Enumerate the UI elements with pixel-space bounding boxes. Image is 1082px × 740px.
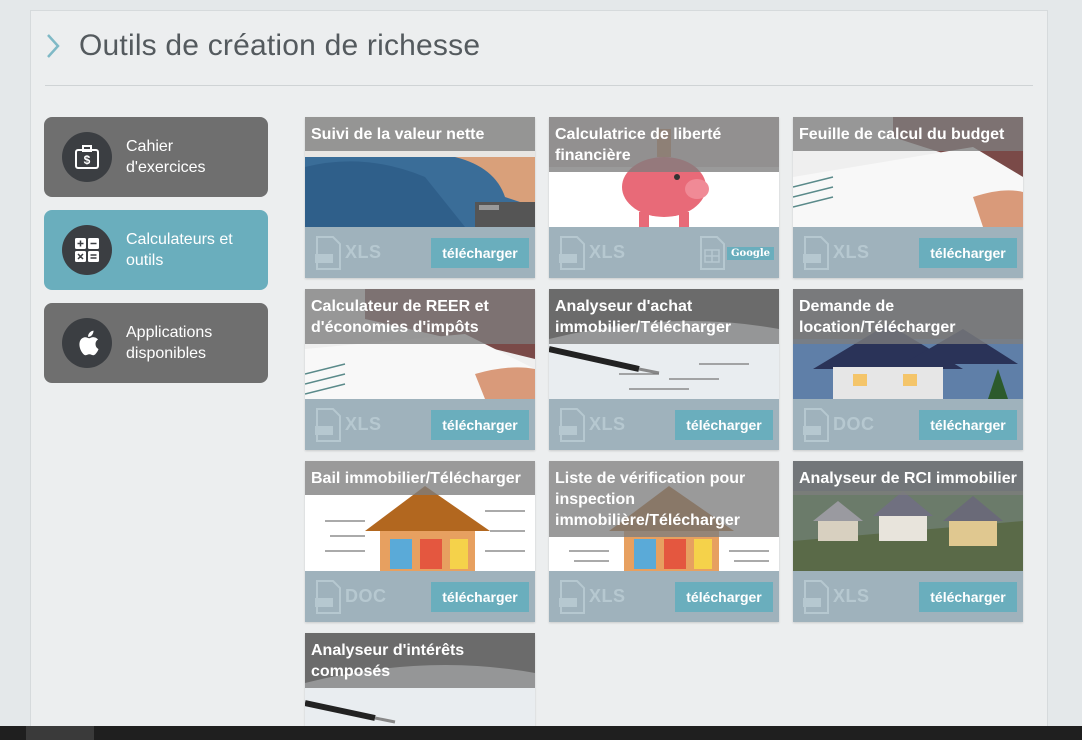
download-button[interactable]: télécharger	[919, 410, 1017, 440]
spreadsheet-file-icon	[315, 408, 341, 442]
download-button[interactable]: télécharger	[919, 238, 1017, 268]
download-button[interactable]: télécharger	[431, 410, 529, 440]
card-footer: XLS télécharger	[549, 400, 779, 450]
sidebar-item-applications[interactable]: Applications disponibles	[44, 303, 268, 383]
card-title: Calculatrice de liberté financière	[549, 117, 779, 172]
apple-icon	[62, 318, 112, 368]
card-title: Analyseur d'intérêts composés	[305, 633, 535, 688]
tool-card: Analyseur de RCI immobilier XLS téléchar…	[793, 461, 1023, 622]
spreadsheet-file-icon	[559, 580, 585, 614]
card-footer: XLS télécharger	[793, 572, 1023, 622]
card-title: Analyseur d'achat immobilier/Télécharger	[549, 289, 779, 344]
tool-card: Liste de vérification pour inspection im…	[549, 461, 779, 622]
download-button[interactable]: télécharger	[675, 410, 773, 440]
file-type-label: XLS	[589, 414, 626, 434]
sidebar-item-label: Cahier d'exercices	[126, 138, 206, 176]
spreadsheet-file-icon	[803, 236, 829, 270]
tool-card: Bail immobilier/Télécharger DOC téléchar…	[305, 461, 535, 622]
file-type-label: DOC	[345, 586, 387, 606]
spreadsheet-file-icon	[559, 408, 585, 442]
card-title: Calculateur de REER et d'économies d'imp…	[305, 289, 535, 344]
spreadsheet-file-icon	[559, 236, 585, 270]
card-footer: XLS télécharger	[305, 228, 535, 278]
calculator-icon	[62, 225, 112, 275]
file-type-label: XLS	[589, 586, 626, 606]
tool-card: Demande de location/Télécharger DOC télé…	[793, 289, 1023, 450]
card-footer: DOC télécharger	[793, 400, 1023, 450]
card-footer: XLS télécharger	[793, 228, 1023, 278]
tool-card: Analyseur d'achat immobilier/Télécharger…	[549, 289, 779, 450]
card-title: Feuille de calcul du budget	[793, 117, 1023, 151]
card-title: Liste de vérification pour inspection im…	[549, 461, 779, 537]
divider	[45, 85, 1033, 86]
card-footer: XLS télécharger	[549, 572, 779, 622]
briefcase-dollar-icon: $	[62, 132, 112, 182]
file-type-label: XLS	[345, 414, 382, 434]
google-sheets-icon[interactable]	[699, 236, 725, 270]
download-button[interactable]: télécharger	[431, 582, 529, 612]
page-header: Outils de création de richesse	[45, 29, 480, 63]
sidebar-item-calculateurs[interactable]: Calculateurs et outils	[44, 210, 268, 290]
google-label[interactable]: Google	[727, 247, 775, 260]
download-button[interactable]: télécharger	[431, 238, 529, 268]
svg-text:$: $	[84, 153, 91, 167]
sidebar-item-label: Calculateurs et outils	[126, 231, 233, 269]
tool-card: Feuille de calcul du budget XLS téléchar…	[793, 117, 1023, 278]
main-panel: Outils de création de richesse $ Cahier …	[30, 10, 1048, 731]
page-title: Outils de création de richesse	[79, 29, 481, 62]
file-type-label: XLS	[833, 586, 870, 606]
spreadsheet-file-icon	[803, 580, 829, 614]
card-footer: DOC télécharger	[305, 572, 535, 622]
download-button[interactable]: télécharger	[675, 582, 773, 612]
chevron-right-icon	[47, 34, 60, 58]
file-type-label: DOC	[833, 414, 875, 434]
sidebar-item-cahier[interactable]: $ Cahier d'exercices	[44, 117, 268, 197]
spreadsheet-file-icon	[315, 236, 341, 270]
taskbar	[0, 726, 1082, 740]
card-title: Demande de location/Télécharger	[793, 289, 1023, 344]
taskbar-button[interactable]	[26, 726, 94, 740]
card-title: Suivi de la valeur nette	[305, 117, 535, 151]
card-title: Analyseur de RCI immobilier	[793, 461, 1023, 495]
file-type-label: XLS	[833, 242, 870, 262]
card-footer: XLS Google	[549, 228, 779, 278]
sidebar-item-label: Applications disponibles	[126, 324, 213, 362]
document-file-icon	[803, 408, 829, 442]
tool-card: Calculateur de REER et d'économies d'imp…	[305, 289, 535, 450]
document-file-icon	[315, 580, 341, 614]
tool-card: Calculatrice de liberté financière XLS G…	[549, 117, 779, 278]
file-type-label: XLS	[345, 242, 382, 262]
tool-card: Suivi de la valeur nette XLS télécharger	[305, 117, 535, 278]
tool-card: Analyseur d'intérêts composés	[305, 633, 535, 731]
file-type-label: XLS	[589, 242, 626, 262]
card-footer: XLS télécharger	[305, 400, 535, 450]
card-title: Bail immobilier/Télécharger	[305, 461, 535, 495]
download-button[interactable]: télécharger	[919, 582, 1017, 612]
